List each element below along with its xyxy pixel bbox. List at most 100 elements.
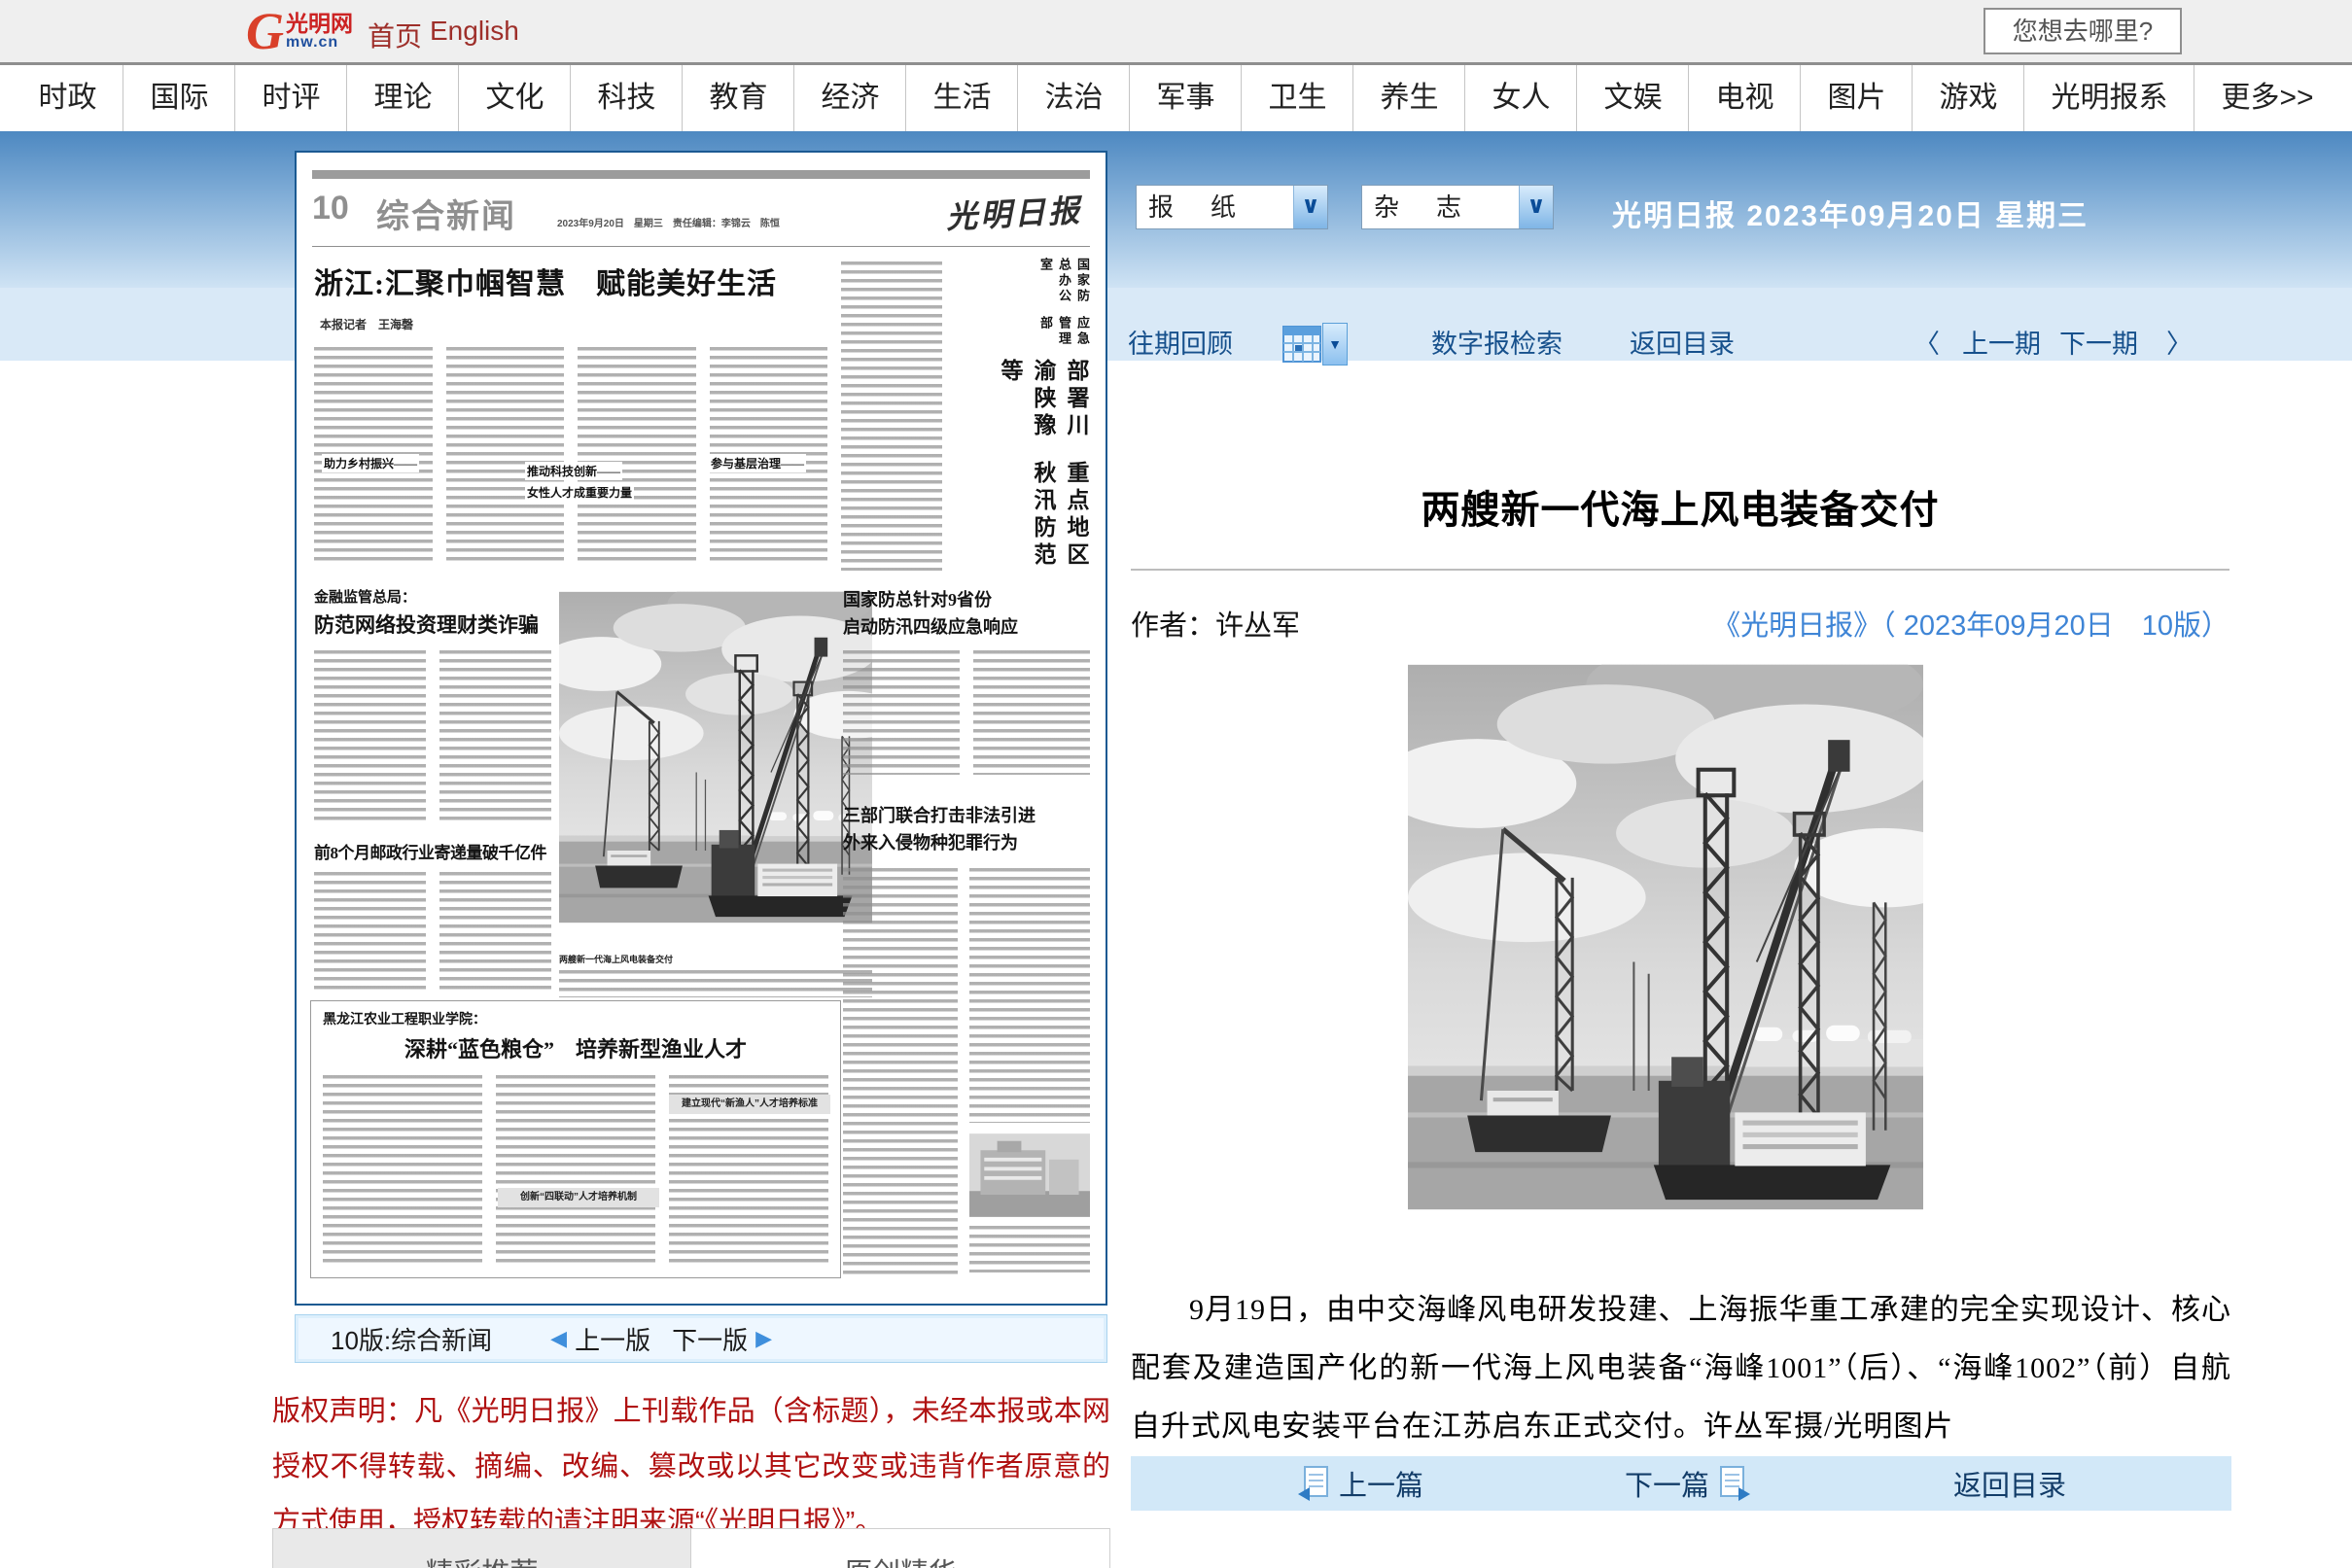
newspaper-page-panel[interactable]: 10 综合新闻 2023年9月20日 星期三 责任编辑：李锦云 陈恒 光明日报 … bbox=[295, 151, 1107, 1306]
nav-item-baoxi[interactable]: 光明报系 bbox=[2024, 65, 2194, 131]
nav-item-youxi[interactable]: 游戏 bbox=[1913, 65, 2024, 131]
text-block bbox=[578, 347, 696, 566]
page-number: 10 bbox=[312, 190, 349, 227]
nav-item-shiping[interactable]: 时评 bbox=[235, 65, 347, 131]
back-to-catalog-button[interactable]: 返回目录 bbox=[1953, 1463, 2066, 1504]
lead-kicker-2: 推动科技创新—— bbox=[525, 462, 622, 480]
nav-item-guoji[interactable]: 国际 bbox=[123, 65, 235, 131]
logo-cn-text: 光明网 bbox=[286, 13, 353, 35]
vertical-headline-line1: 部署川渝陕豫等 bbox=[964, 359, 1092, 462]
paper-select-value: 报 纸 bbox=[1137, 186, 1293, 228]
chevron-down-icon[interactable]: ∨ bbox=[1293, 186, 1327, 228]
next-article-button[interactable]: 下一篇 bbox=[1625, 1463, 1752, 1504]
prev-article-label: 上一篇 bbox=[1339, 1463, 1423, 1504]
school-subhead-1: 创新“四联动”人才培养机制 bbox=[498, 1188, 659, 1207]
text-block bbox=[841, 261, 942, 571]
article-footer-nav: 上一篇 下一篇 返回目录 bbox=[1131, 1456, 2231, 1511]
paper-select[interactable]: 报 纸 ∨ bbox=[1136, 185, 1328, 229]
nav-item-wenyu[interactable]: 文娱 bbox=[1577, 65, 1689, 131]
newspaper-photo-caption: 两艘新一代海上风电装备交付 bbox=[559, 950, 872, 997]
magazine-select[interactable]: 杂 志 ∨ bbox=[1361, 185, 1554, 229]
nav-item-tupian[interactable]: 图片 bbox=[1801, 65, 1913, 131]
lead-kicker-3: 参与基层治理—— bbox=[709, 454, 806, 472]
prev-issue-link[interactable]: 上一期 bbox=[1962, 325, 2041, 364]
logo-g-glyph: G bbox=[246, 4, 284, 58]
nav-item-shenghuo[interactable]: 生活 bbox=[906, 65, 1018, 131]
page: G 光明网 mw.cn 首页 English 您想去哪里? 时政 国际 时评 理… bbox=[0, 0, 2352, 1568]
vertical-headline: 国家防总办公室 应急管理部 部署川渝陕豫等 重点地区秋汛防范 bbox=[954, 258, 1092, 578]
text-block bbox=[969, 868, 1090, 1123]
page-header-rule bbox=[312, 246, 1090, 247]
past-issues-link[interactable]: 往期回顾 bbox=[1128, 325, 1233, 364]
species-headline-line1: 三部门联合打击非法引进 bbox=[843, 802, 1036, 827]
article-photo bbox=[1408, 645, 1923, 1229]
nav-item-dianshi[interactable]: 电视 bbox=[1689, 65, 1801, 131]
text-block bbox=[969, 1226, 1090, 1272]
next-doc-icon bbox=[1719, 1465, 1752, 1502]
text-block bbox=[446, 347, 565, 566]
english-link[interactable]: English bbox=[430, 16, 519, 47]
title-divider bbox=[1131, 569, 2229, 571]
species-headline-line2: 外来入侵物种犯罪行为 bbox=[843, 829, 1018, 854]
arrow-left-icon[interactable]: ◀ bbox=[550, 1326, 567, 1351]
tab-originals[interactable]: 原创精华 bbox=[691, 1528, 1110, 1568]
text-block bbox=[843, 650, 960, 775]
next-article-label: 下一篇 bbox=[1625, 1463, 1709, 1504]
flood-text-columns bbox=[843, 650, 1090, 775]
nav-item-nvren[interactable]: 女人 bbox=[1465, 65, 1577, 131]
search-input[interactable]: 您想去哪里? bbox=[1983, 8, 2182, 54]
tab-highlights[interactable]: 精彩推荐 bbox=[272, 1528, 691, 1568]
calendar-icon[interactable] bbox=[1281, 323, 1322, 364]
school-article-box: 黑龙江农业工程职业学院： 深耕“蓝色粮仓” 培养新型渔业人才 创新“四联动”人才… bbox=[310, 1000, 841, 1278]
newspaper-photo bbox=[559, 573, 872, 942]
building-photo bbox=[969, 1132, 1090, 1218]
next-page-link[interactable]: 下一版 bbox=[672, 1321, 748, 1357]
vertical-kicker-line1: 国家防总办公室 bbox=[960, 258, 1092, 316]
edition-info: 2023年9月20日 星期三 责任编辑：李锦云 陈恒 bbox=[557, 215, 780, 229]
nav-item-lilun[interactable]: 理论 bbox=[347, 65, 459, 131]
gmw-logo[interactable]: G 光明网 mw.cn bbox=[246, 4, 353, 58]
angle-left-icon[interactable]: 〈 bbox=[1913, 325, 1940, 364]
calendar-picker[interactable]: ▼ bbox=[1281, 323, 1348, 366]
arrow-right-icon[interactable]: ▶ bbox=[755, 1326, 772, 1351]
text-block bbox=[439, 872, 551, 991]
nav-item-shizheng[interactable]: 时政 bbox=[12, 65, 123, 131]
masthead-calligraphy: 光明日报 bbox=[945, 186, 1083, 237]
flood-headline-line2: 启动防汛四级应急响应 bbox=[843, 613, 1018, 639]
nav-item-keji[interactable]: 科技 bbox=[571, 65, 683, 131]
pager-label: 10版:综合新闻 bbox=[331, 1321, 492, 1357]
edition-pager-bar: 10版:综合新闻 ◀ 上一版 下一版 ▶ bbox=[295, 1314, 1107, 1363]
text-block bbox=[973, 650, 1090, 775]
lead-kicker-1: 助力乡村振兴—— bbox=[322, 454, 419, 472]
nav-item-jiaoyu[interactable]: 教育 bbox=[683, 65, 794, 131]
vertical-kicker-line2: 应急管理部 bbox=[960, 316, 1092, 358]
nav-item-wenhua[interactable]: 文化 bbox=[459, 65, 571, 131]
finance-kicker: 金融监管总局： bbox=[314, 586, 416, 607]
nav-item-junshi[interactable]: 军事 bbox=[1130, 65, 1242, 131]
page-top-rule bbox=[312, 170, 1090, 179]
copyright-notice: 版权声明：凡《光明日报》上刊载作品（含标题），未经本报或本网授权不得转载、摘编、… bbox=[272, 1384, 1110, 1551]
postal-headline: 前8个月邮政行业寄递量破千亿件 bbox=[314, 839, 546, 863]
next-issue-link[interactable]: 下一期 bbox=[2059, 325, 2138, 364]
prev-article-button[interactable]: 上一篇 bbox=[1296, 1463, 1423, 1504]
nav-item-jingji[interactable]: 经济 bbox=[794, 65, 906, 131]
prev-page-link[interactable]: 上一版 bbox=[575, 1321, 650, 1357]
calendar-dropdown-icon[interactable]: ▼ bbox=[1322, 323, 1348, 366]
vertical-headline-line2: 重点地区秋汛防范 bbox=[964, 461, 1092, 578]
nav-item-yangsheng[interactable]: 养生 bbox=[1353, 65, 1465, 131]
home-link[interactable]: 首页 bbox=[368, 16, 422, 54]
article-source: 《光明日报》（ 2023年09月20日 10版） bbox=[1712, 603, 2229, 644]
bottom-tabs: 精彩推荐 原创精华 bbox=[272, 1528, 1110, 1568]
nav-item-fazhi[interactable]: 法治 bbox=[1018, 65, 1130, 131]
back-to-catalog-link[interactable]: 返回目录 bbox=[1630, 325, 1735, 364]
text-block bbox=[323, 1075, 482, 1266]
lead-headline: 浙江:汇聚巾帼智慧 赋能美好生活 bbox=[314, 260, 897, 302]
chevron-down-icon[interactable]: ∨ bbox=[1519, 186, 1553, 228]
logo-domain-text: mw.cn bbox=[286, 35, 353, 51]
nav-item-more[interactable]: 更多>> bbox=[2194, 65, 2339, 131]
angle-right-icon[interactable]: 〉 bbox=[2166, 325, 2193, 364]
nav-item-weisheng[interactable]: 卫生 bbox=[1242, 65, 1353, 131]
flood-headline-line1: 国家防总针对9省份 bbox=[843, 586, 992, 611]
digital-search-link[interactable]: 数字报检索 bbox=[1431, 325, 1562, 364]
school-headline: 深耕“蓝色粮仓” 培养新型渔业人才 bbox=[311, 1032, 840, 1063]
